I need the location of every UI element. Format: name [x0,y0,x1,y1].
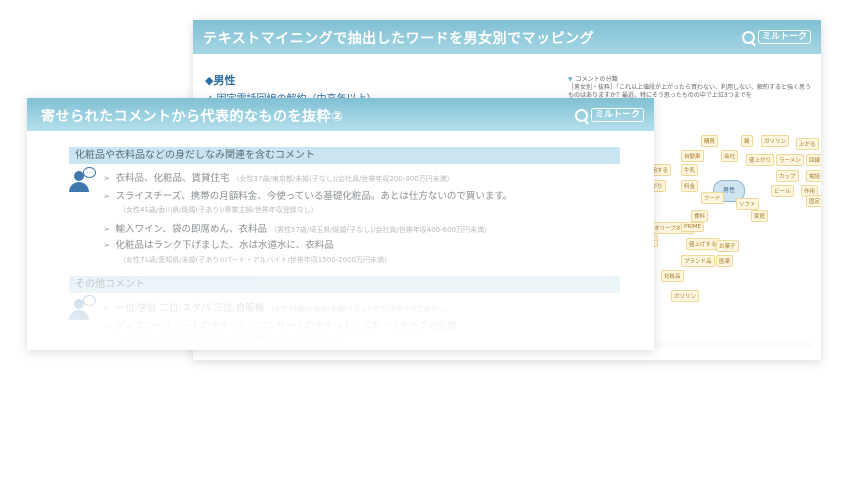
network-word: 家庭 [751,210,769,222]
person-icon: … [69,167,96,195]
network-word: ガソリン [671,290,700,302]
category-heading-other: その他コメント [69,276,620,293]
network-word: 食料 [691,210,709,222]
front-slide-header: 寄せられたコメントから代表的なものを抜粋② ミルトーク [27,98,654,131]
arrow-icon: ➢ [103,192,111,202]
comment-item: ➢ スライスチーズ、携帯の月額料金、今使っている基礎化粧品。あとは仕方ないので買い… [103,191,513,202]
network-word: 上がる [796,138,819,150]
network-word: 電話 [806,170,821,182]
comment-item: ➢ ディズニーリゾートのチケット、コンサートのチケット、スポーツクラブの会費 [103,321,457,332]
front-slide: 寄せられたコメントから代表的なものを抜粋② ミルトーク 化粧品や衣料品などの身だ… [27,98,654,350]
network-word: ガソリン [761,135,790,147]
back-slide-header: テキストマイニングで抽出したワードを男女別でマッピング ミルトーク [193,20,821,54]
comment-meta: （女性71歳/愛知県/未婚(子あり)/パート・アルバイト/世帯年収1500-20… [119,256,391,264]
milltalk-logo: ミルトーク [741,29,811,45]
comment-meta: （女性46歳/東京都/既婚(子なし)/会社員/世帯年収1000-1200万円未満… [119,335,349,343]
back-note: ▼ コメントの分類 ［男女別・抜粋］「これ以上値段が上がったら買わない、利用しない… [568,76,812,99]
network-word: ソフト [736,198,759,210]
arrow-icon: ➢ [103,225,111,235]
network-word: フード [701,192,724,204]
network-word: 料金 [681,180,699,192]
network-word: ラーメン [776,154,804,166]
arrow-icon: ➢ [103,174,111,184]
search-q-icon [574,108,588,122]
arrow-icon: ➢ [103,322,111,332]
back-slide-title: テキストマイニングで抽出したワードを男女別でマッピング [203,31,595,47]
milltalk-logo: ミルトーク [574,107,644,123]
comment-item: ➢ 一位:学会 二位:スタバ 三位:自販機 （女性39歳/大阪府/未婚(子なし)/学… [103,303,453,314]
arrow-icon: ➢ [103,241,111,251]
front-slide-title: 寄せられたコメントから代表的なものを抜粋② [41,109,344,125]
network-word: ビール [771,185,794,197]
network-word: 値上がり [746,154,775,166]
comment-item: ➢ 輸入ワイン、袋の即席めん、衣料品 （男性57歳/埼玉県/既婚(子なし)/会社員/… [103,224,492,235]
network-word: 固定 [806,195,821,207]
comment-meta: （女性41歳/香川県/既婚(子あり)/専業主婦/世帯年収登録なし） [119,206,318,214]
network-word: 値上げする [686,238,720,250]
back-section-heading: ◆男性 [205,74,236,87]
network-word: 回線 [806,154,821,166]
speech-bubble-icon: … [83,167,96,178]
speech-bubble-icon: … [83,295,96,306]
network-word: 鍵 [741,135,753,147]
network-word: 医薬 [716,255,734,267]
triangle-icon: ▼ [568,76,573,83]
arrow-icon: ➢ [103,304,111,314]
network-word: 会社 [721,150,739,162]
network-word: 牛乳 [681,164,699,176]
category-heading-cosmetics: 化粧品や衣料品などの身だしなみ関連を含むコメント [69,147,620,164]
network-word: 購買 [701,135,719,147]
network-word: お菓子 [716,240,739,252]
word-network: 男性 購買鍵ガソリン 上がる 自動車 会社 値上がり ラーメン 回線 利用する 牛乳 カップ 電話あ… [641,130,821,330]
person-icon: … [69,295,96,323]
network-word: 化粧品 [661,270,684,282]
comment-item: ➢ 化粧品はランク下げました、水は水道水に、衣料品 [103,240,334,251]
search-q-icon [741,30,755,44]
back-footer-bar [653,342,813,348]
network-word: 自動車 [681,150,704,162]
network-word: PRIME [681,222,704,232]
network-word: プランド品 [681,255,715,267]
comment-item: ➢ 衣料品、化粧品、賃貸住宅 （女性37歳/東京都/未婚(子なし)/会社員/世帯年収… [103,173,454,184]
network-word: カップ [776,170,799,182]
